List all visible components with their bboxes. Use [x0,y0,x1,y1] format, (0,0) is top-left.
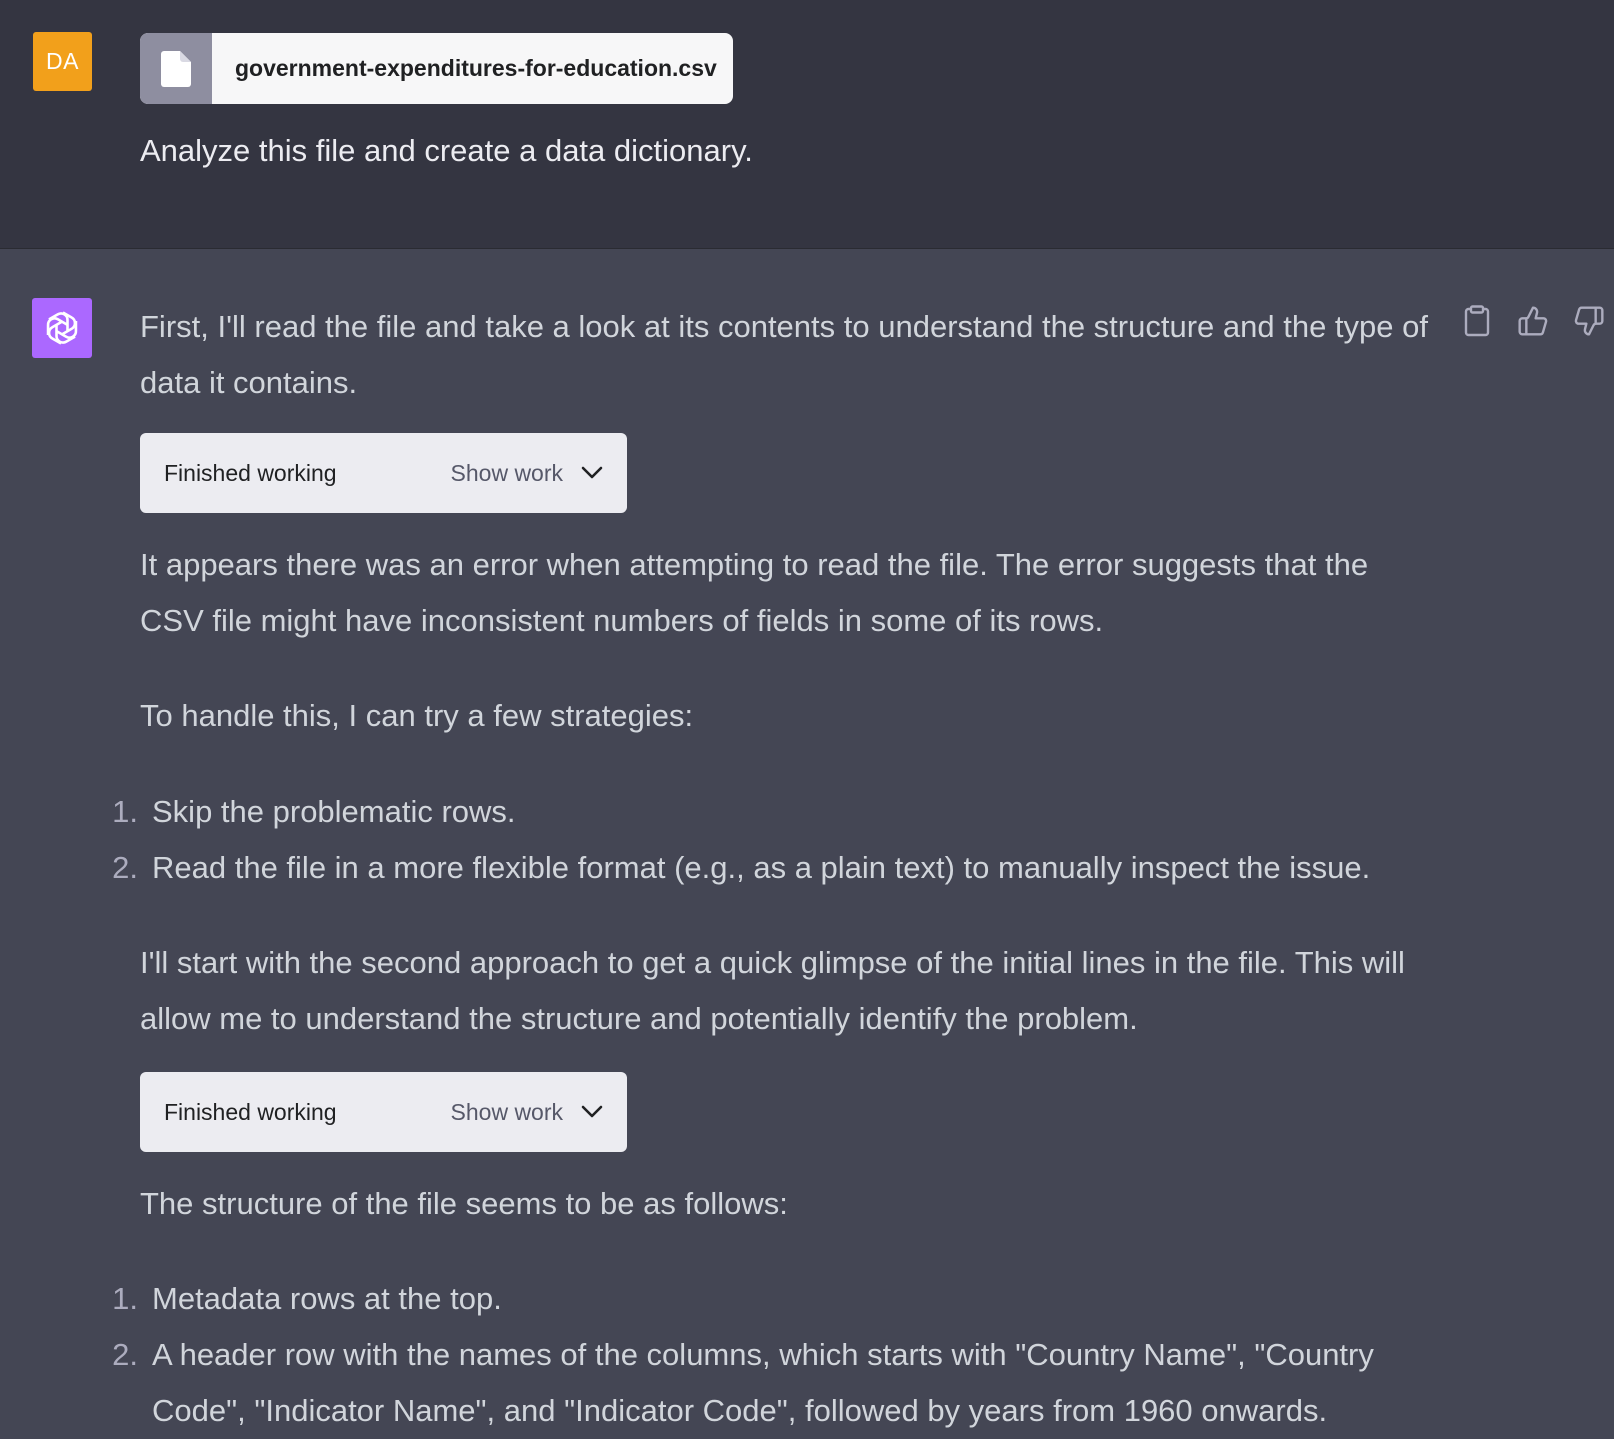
chevron-down-icon [581,466,603,479]
list-item-number: 1. [112,794,138,829]
list-item-text: Skip the problematic rows. [152,794,516,829]
assistant-intro-text: First, I'll read the file and take a loo… [140,309,1428,400]
list-item-text: A header row with the names of the colum… [152,1337,1374,1428]
thumbs-down-icon [1574,306,1604,336]
error-explanation-text: It appears there was an error when attem… [140,547,1369,638]
user-avatar: DA [33,32,92,91]
assistant-avatar [32,298,92,358]
openai-logo-icon [46,311,78,345]
chevron-down-icon [581,1105,603,1118]
list-item-text: Read the file in a more flexible format … [152,850,1371,885]
user-prompt-text: Analyze this file and create a data dict… [140,133,753,168]
finished-working-panel-2[interactable]: Finished working Show work [140,1072,627,1152]
thumbs-down-button[interactable] [1572,302,1606,340]
file-icon [140,33,212,104]
copy-button[interactable] [1460,302,1494,340]
show-work-toggle[interactable]: Show work [451,1099,563,1126]
thumbs-up-icon [1518,306,1548,336]
list-item-number: 2. [112,850,138,885]
clipboard-icon [1464,305,1490,337]
show-work-toggle[interactable]: Show work [451,460,563,487]
file-attachment[interactable]: government-expenditures-for-education.cs… [140,33,733,104]
finished-working-panel-1[interactable]: Finished working Show work [140,433,627,513]
work-status-label: Finished working [164,1098,337,1125]
thumbs-up-button[interactable] [1516,302,1550,340]
approach-text: I'll start with the second approach to g… [140,945,1405,1036]
user-message: DA government-expenditures-for-education… [0,0,1614,249]
file-name: government-expenditures-for-education.cs… [235,55,717,81]
list-item-text: Metadata rows at the top. [152,1281,502,1316]
message-actions [1460,302,1614,342]
strategies-intro-text: To handle this, I can try a few strategi… [140,698,694,733]
list-item-number: 1. [112,1281,138,1316]
list-item-number: 2. [112,1337,138,1372]
work-status-label: Finished working [164,459,337,486]
structure-intro-text: The structure of the file seems to be as… [140,1186,788,1221]
